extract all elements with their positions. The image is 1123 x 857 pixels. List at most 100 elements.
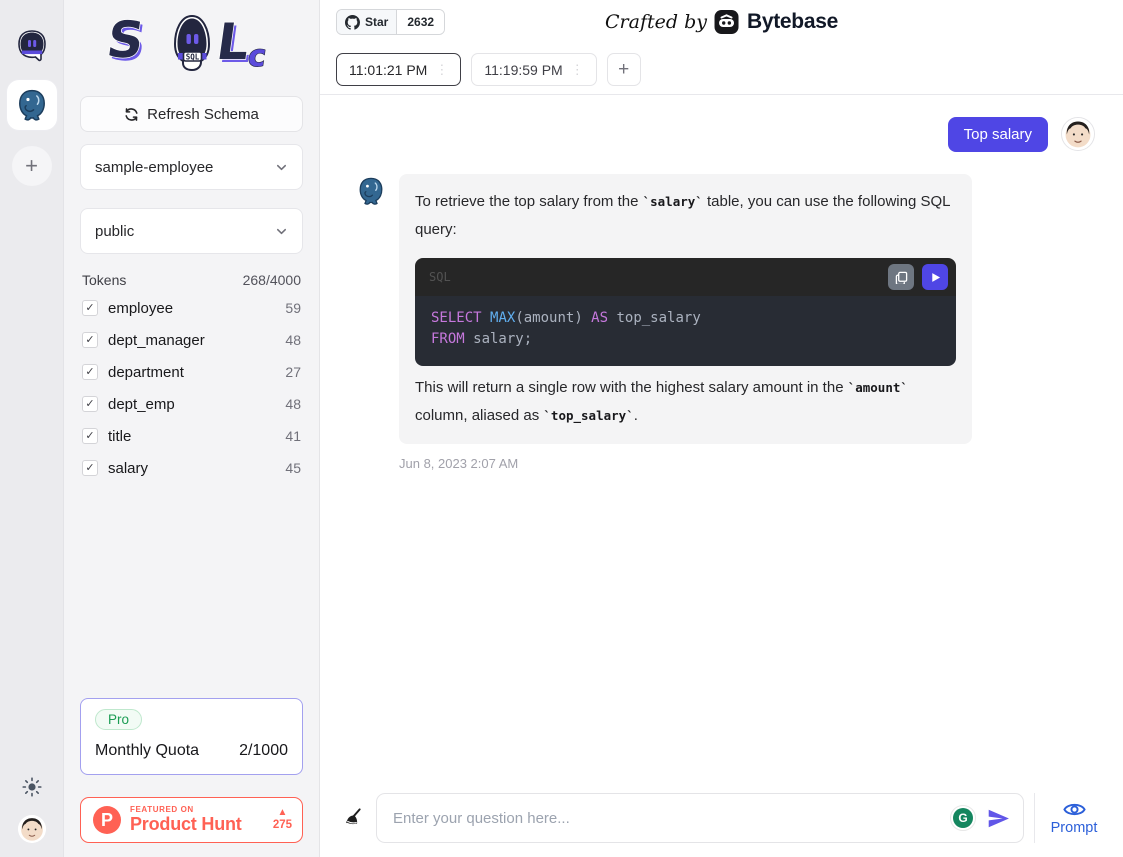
code-block-header: SQL xyxy=(415,258,956,296)
question-input-wrap: G xyxy=(376,793,1024,843)
crafted-by-label: Crafted by xyxy=(605,11,707,33)
table-row: ✓ employee 59 xyxy=(80,292,303,324)
assistant-bot-conversation-avatar[interactable] xyxy=(14,28,50,64)
inline-code: `amount` xyxy=(848,380,908,395)
message-timestamp: Jun 8, 2023 2:07 AM xyxy=(399,456,1095,471)
quota-card: Pro Monthly Quota 2/1000 xyxy=(80,698,303,775)
tokens-summary: Tokens 268/4000 xyxy=(82,272,301,288)
theme-toggle-sun-icon[interactable] xyxy=(22,777,42,797)
prompt-button[interactable]: Prompt xyxy=(1045,801,1103,836)
pro-badge: Pro xyxy=(95,709,142,730)
tab-label: 11:01:21 PM xyxy=(349,62,427,78)
table-row: ✓ salary 45 xyxy=(80,452,303,484)
assistant-message-bubble: To retrieve the top salary from the `sal… xyxy=(399,174,972,444)
svg-text:SQL: SQL xyxy=(185,53,199,62)
table-name: salary xyxy=(108,460,285,477)
upvote-count: ▲ 275 xyxy=(273,807,292,833)
refresh-schema-button[interactable]: Refresh Schema xyxy=(80,96,303,132)
table-row: ✓ dept_emp 48 xyxy=(80,388,303,420)
tokens-label: Tokens xyxy=(82,272,126,288)
star-count: 2632 xyxy=(397,10,444,34)
chat-messages: Top salary xyxy=(320,95,1123,857)
refresh-schema-label: Refresh Schema xyxy=(147,106,259,123)
crafted-by-brand: Crafted by Bytebase xyxy=(605,9,838,35)
new-tab-button[interactable]: + xyxy=(607,53,641,86)
table-name: employee xyxy=(108,300,285,317)
user-message-row: Top salary xyxy=(356,117,1095,152)
assistant-paragraph-1: To retrieve the top salary from the `sal… xyxy=(415,188,956,244)
table-checkbox[interactable]: ✓ xyxy=(82,396,98,412)
github-icon xyxy=(345,15,360,30)
sql-code-block: SQL xyxy=(415,258,956,366)
sidebar: S S SQL L L c xyxy=(64,0,320,857)
tab-conversation-2[interactable]: 11:19:59 PM ⋮ xyxy=(471,53,596,86)
product-hunt-logo: P xyxy=(93,806,121,834)
postgres-conversation-tile[interactable] xyxy=(7,80,57,130)
table-token-count: 48 xyxy=(285,396,301,412)
tab-menu-dots-icon[interactable]: ⋮ xyxy=(571,62,584,78)
inline-code: `top_salary` xyxy=(543,408,633,423)
postgresql-assistant-avatar xyxy=(356,176,386,206)
table-checkbox[interactable]: ✓ xyxy=(82,332,98,348)
table-token-count: 27 xyxy=(285,364,301,380)
eye-icon xyxy=(1063,801,1086,818)
inline-code: `salary` xyxy=(643,194,703,209)
table-token-count: 48 xyxy=(285,332,301,348)
conversation-tabs: 11:01:21 PM ⋮ 11:19:59 PM ⋮ + xyxy=(320,44,1123,95)
table-token-count: 59 xyxy=(285,300,301,316)
bytebase-logo-icon xyxy=(714,9,740,35)
table-name: department xyxy=(108,364,285,381)
chevron-down-icon xyxy=(275,225,288,238)
table-name: title xyxy=(108,428,285,445)
table-checkbox[interactable]: ✓ xyxy=(82,428,98,444)
product-hunt-badge[interactable]: P FEATURED ON Product Hunt ▲ 275 xyxy=(80,797,303,843)
assistant-message-row: To retrieve the top salary from the `sal… xyxy=(356,174,1095,444)
sqlchat-logo: S S SQL L L c xyxy=(80,6,303,82)
send-button[interactable] xyxy=(986,806,1011,831)
code-language-label: SQL xyxy=(429,270,880,284)
main-header: Star 2632 Crafted by Bytebase xyxy=(320,0,1123,44)
code-content: SELECT MAX(amount) AS top_salary FROM sa… xyxy=(415,296,956,366)
table-name: dept_manager xyxy=(108,332,285,349)
schema-select-value: public xyxy=(95,223,134,240)
table-row: ✓ title 41 xyxy=(80,420,303,452)
upvote-arrow-icon: ▲ xyxy=(273,807,292,819)
clear-conversation-button[interactable] xyxy=(336,803,366,833)
question-input[interactable] xyxy=(393,810,950,827)
postgresql-elephant-icon xyxy=(15,88,49,122)
tab-conversation-1[interactable]: 11:01:21 PM ⋮ xyxy=(336,53,461,86)
table-token-count: 41 xyxy=(285,428,301,444)
chevron-down-icon xyxy=(275,161,288,174)
copy-code-button[interactable] xyxy=(888,264,914,290)
quota-label: Monthly Quota xyxy=(95,742,199,760)
robot-icon xyxy=(14,28,50,64)
github-star-button[interactable]: Star 2632 xyxy=(336,9,445,35)
table-row: ✓ dept_manager 48 xyxy=(80,324,303,356)
send-icon xyxy=(986,806,1011,831)
tab-menu-dots-icon[interactable]: ⋮ xyxy=(435,62,448,78)
main-panel: Star 2632 Crafted by Bytebase 11:01:21 P… xyxy=(320,0,1123,857)
user-profile-avatar[interactable] xyxy=(18,815,46,843)
tokens-count: 268/4000 xyxy=(243,272,301,288)
table-checkbox[interactable]: ✓ xyxy=(82,300,98,316)
refresh-icon xyxy=(124,107,139,122)
sql-chat-app: + S S xyxy=(0,0,1123,857)
database-select-value: sample-employee xyxy=(95,159,213,176)
copy-icon xyxy=(895,271,908,284)
svg-text:c: c xyxy=(245,39,268,74)
table-name: dept_emp xyxy=(108,396,285,413)
new-conversation-button[interactable]: + xyxy=(12,146,52,186)
play-icon xyxy=(930,272,941,283)
product-hunt-name: Product Hunt xyxy=(130,815,273,834)
schema-select[interactable]: public xyxy=(80,208,303,254)
grammarly-icon[interactable]: G xyxy=(950,805,976,831)
composer-divider xyxy=(1034,793,1035,843)
broom-icon xyxy=(339,806,364,831)
run-query-button[interactable] xyxy=(922,264,948,290)
conversation-rail: + xyxy=(0,0,64,857)
tab-label: 11:19:59 PM xyxy=(484,62,562,78)
database-select[interactable]: sample-employee xyxy=(80,144,303,190)
assistant-paragraph-2: This will return a single row with the h… xyxy=(415,374,956,430)
table-checkbox[interactable]: ✓ xyxy=(82,364,98,380)
table-checkbox[interactable]: ✓ xyxy=(82,460,98,476)
